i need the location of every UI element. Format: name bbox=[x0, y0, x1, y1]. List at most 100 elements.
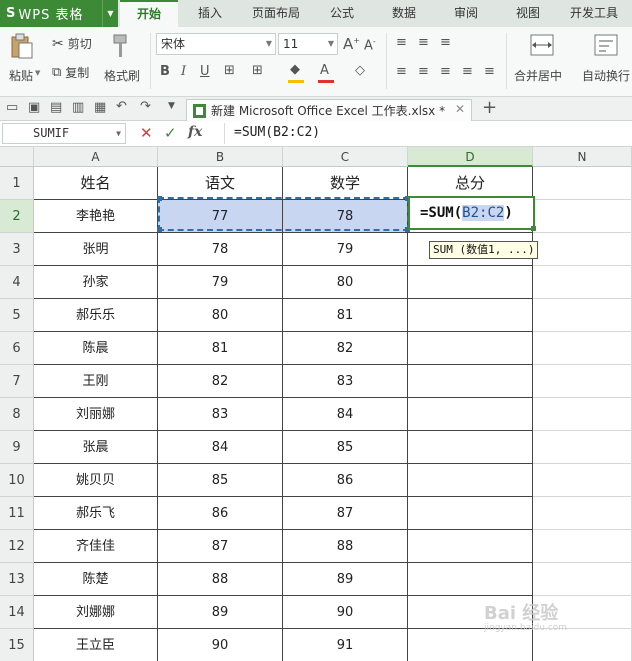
table-cell[interactable] bbox=[533, 365, 632, 398]
column-header-b[interactable]: B bbox=[158, 147, 283, 167]
formula-input[interactable]: =SUM(B2:C2) bbox=[234, 125, 320, 140]
row-header[interactable]: 2 bbox=[0, 200, 34, 233]
row-header[interactable]: 12 bbox=[0, 530, 34, 563]
table-cell[interactable]: 78 bbox=[158, 233, 283, 266]
table-cell[interactable] bbox=[408, 398, 533, 431]
table-cell[interactable] bbox=[408, 299, 533, 332]
column-header-d[interactable]: D bbox=[408, 147, 533, 167]
table-cell[interactable] bbox=[533, 299, 632, 332]
fill-handle[interactable] bbox=[531, 226, 536, 231]
cut-button[interactable]: ✂ 剪切 bbox=[52, 35, 92, 52]
new-tab-icon[interactable]: + bbox=[482, 97, 497, 118]
merge-border-icon[interactable]: ⊞ bbox=[252, 63, 263, 78]
font-color-icon[interactable]: A bbox=[320, 63, 329, 78]
table-cell[interactable]: 83 bbox=[283, 365, 408, 398]
table-cell[interactable]: 陈晨 bbox=[34, 332, 158, 365]
table-cell[interactable]: 85 bbox=[158, 464, 283, 497]
table-cell[interactable]: 87 bbox=[283, 497, 408, 530]
table-cell[interactable]: 刘娜娜 bbox=[34, 596, 158, 629]
table-cell[interactable]: 张晨 bbox=[34, 431, 158, 464]
document-tab[interactable]: 新建 Microsoft Office Excel 工作表.xlsx * ✕ bbox=[186, 99, 472, 121]
folder-icon[interactable]: ▭ bbox=[6, 100, 18, 115]
distribute-icon[interactable]: ≡ bbox=[484, 64, 495, 79]
row-header[interactable]: 1 bbox=[0, 167, 34, 200]
paste-button[interactable]: 粘贴 ▼ bbox=[6, 31, 40, 91]
table-cell[interactable]: 82 bbox=[283, 332, 408, 365]
table-cell[interactable]: 姚贝贝 bbox=[34, 464, 158, 497]
row-header[interactable]: 9 bbox=[0, 431, 34, 464]
save-icon[interactable]: ▣ bbox=[28, 100, 40, 115]
column-header-n[interactable]: N bbox=[533, 147, 632, 167]
table-cell[interactable]: 78 bbox=[283, 200, 408, 233]
format-painter-button[interactable]: 格式刷 bbox=[102, 31, 142, 91]
table-cell[interactable] bbox=[533, 332, 632, 365]
row-header[interactable]: 15 bbox=[0, 629, 34, 661]
table-cell[interactable]: 86 bbox=[283, 464, 408, 497]
function-icon[interactable]: fx bbox=[188, 124, 202, 140]
table-cell[interactable]: 陈楚 bbox=[34, 563, 158, 596]
table-cell[interactable]: 86 bbox=[158, 497, 283, 530]
table-cell[interactable] bbox=[533, 266, 632, 299]
table-cell[interactable] bbox=[408, 431, 533, 464]
table-cell[interactable] bbox=[533, 530, 632, 563]
tab-formulas[interactable]: 公式 bbox=[318, 0, 366, 27]
wps-menu-button[interactable]: S WPS 表格 ▼ bbox=[0, 0, 118, 27]
row-header[interactable]: 6 bbox=[0, 332, 34, 365]
copy-button[interactable]: ⧉ 复制 bbox=[52, 64, 89, 81]
table-cell[interactable]: 82 bbox=[158, 365, 283, 398]
table-cell[interactable] bbox=[408, 563, 533, 596]
table-cell[interactable]: 84 bbox=[283, 398, 408, 431]
table-cell[interactable]: 王立臣 bbox=[34, 629, 158, 661]
table-cell[interactable]: 刘丽娜 bbox=[34, 398, 158, 431]
table-cell[interactable] bbox=[408, 332, 533, 365]
table-cell[interactable] bbox=[408, 497, 533, 530]
table-cell[interactable]: 81 bbox=[283, 299, 408, 332]
close-icon[interactable]: ✕ bbox=[140, 124, 153, 142]
column-header-c[interactable]: C bbox=[283, 147, 408, 167]
table-cell[interactable]: 90 bbox=[158, 629, 283, 661]
table-cell[interactable] bbox=[533, 497, 632, 530]
table-cell[interactable]: 91 bbox=[283, 629, 408, 661]
table-cell[interactable]: 88 bbox=[283, 530, 408, 563]
table-cell[interactable]: 90 bbox=[283, 596, 408, 629]
table-header-cell[interactable] bbox=[533, 167, 632, 200]
row-header[interactable]: 5 bbox=[0, 299, 34, 332]
table-cell[interactable]: 王刚 bbox=[34, 365, 158, 398]
table-cell[interactable] bbox=[408, 629, 533, 661]
table-cell[interactable] bbox=[533, 233, 632, 266]
row-header[interactable]: 8 bbox=[0, 398, 34, 431]
export-icon[interactable]: ▦ bbox=[94, 100, 106, 115]
font-size-select[interactable]: 11 ▼ bbox=[278, 33, 338, 55]
tab-page-layout[interactable]: 页面布局 bbox=[244, 0, 308, 27]
table-cell[interactable] bbox=[533, 431, 632, 464]
name-box[interactable]: SUMIF ▼ bbox=[2, 123, 126, 144]
table-cell[interactable]: 张明 bbox=[34, 233, 158, 266]
row-header[interactable]: 13 bbox=[0, 563, 34, 596]
table-cell[interactable]: 89 bbox=[283, 563, 408, 596]
table-cell[interactable]: 87 bbox=[158, 530, 283, 563]
print-icon[interactable]: ▥ bbox=[72, 100, 84, 115]
table-cell[interactable]: 83 bbox=[158, 398, 283, 431]
decrease-font-icon[interactable]: A- bbox=[364, 37, 376, 53]
table-cell[interactable]: 郝乐飞 bbox=[34, 497, 158, 530]
tab-developer[interactable]: 开发工具 bbox=[562, 0, 626, 27]
row-header[interactable]: 7 bbox=[0, 365, 34, 398]
align-top-icon[interactable]: ≡ bbox=[396, 35, 407, 50]
row-header[interactable]: 3 bbox=[0, 233, 34, 266]
check-icon[interactable]: ✓ bbox=[164, 124, 177, 142]
active-cell-editor[interactable]: =SUM(B2:C2) bbox=[408, 196, 536, 231]
table-cell[interactable] bbox=[408, 530, 533, 563]
close-icon[interactable]: ✕ bbox=[455, 102, 465, 116]
tab-review[interactable]: 审阅 bbox=[442, 0, 490, 27]
table-cell[interactable] bbox=[533, 563, 632, 596]
select-all-corner[interactable] bbox=[0, 147, 34, 167]
table-cell[interactable]: 77 bbox=[158, 200, 283, 233]
table-cell[interactable] bbox=[533, 464, 632, 497]
align-bottom-icon[interactable]: ≡ bbox=[440, 35, 451, 50]
print-preview-icon[interactable]: ▤ bbox=[50, 100, 62, 115]
tab-data[interactable]: 数据 bbox=[380, 0, 428, 27]
chevron-down-icon[interactable]: ▼ bbox=[35, 69, 40, 77]
increase-font-icon[interactable]: A+ bbox=[343, 35, 360, 53]
align-right-icon[interactable]: ≡ bbox=[440, 64, 451, 79]
table-cell[interactable]: 郝乐乐 bbox=[34, 299, 158, 332]
